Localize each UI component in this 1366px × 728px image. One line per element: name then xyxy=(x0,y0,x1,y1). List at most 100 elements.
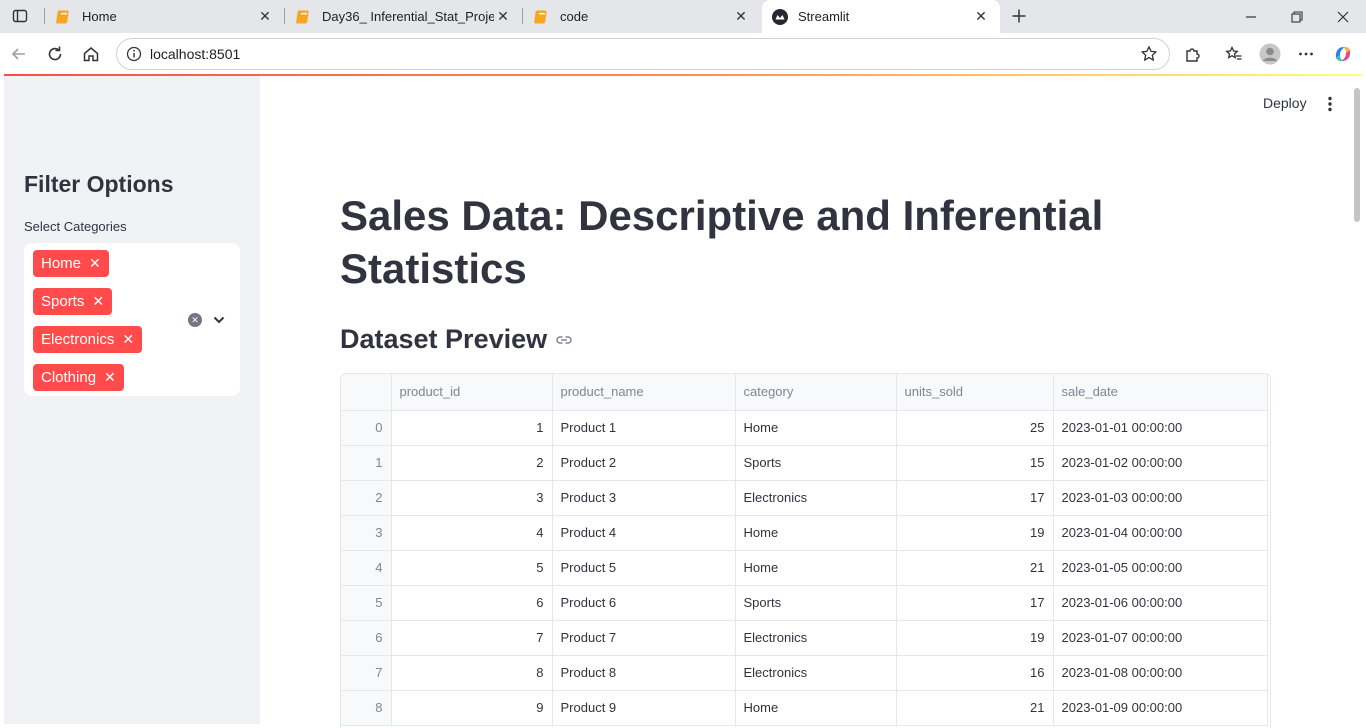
table-cell[interactable]: 7 xyxy=(391,620,553,656)
table-cell[interactable]: 2023-01-05 00:00:00 xyxy=(1053,550,1268,586)
table-cell[interactable]: Electronics xyxy=(735,620,897,656)
table-cell[interactable]: 2023-01-09 00:00:00 xyxy=(1053,690,1268,726)
column-header[interactable]: sale_date xyxy=(1053,374,1268,411)
table-cell[interactable]: 2023-01-06 00:00:00 xyxy=(1053,585,1268,621)
clear-all-icon[interactable]: ✕ xyxy=(188,313,202,327)
extensions-icon[interactable] xyxy=(1180,41,1206,67)
remove-chip-icon[interactable]: ✕ xyxy=(122,331,134,348)
close-tab-icon[interactable]: ✕ xyxy=(256,8,274,26)
table-cell[interactable]: 21 xyxy=(896,690,1054,726)
row-index[interactable]: 0 xyxy=(341,410,392,446)
table-cell[interactable]: 4 xyxy=(391,515,553,551)
row-index[interactable]: 8 xyxy=(341,690,392,726)
restore-icon[interactable] xyxy=(1274,0,1320,33)
table-cell[interactable]: 1 xyxy=(391,410,553,446)
tab-streamlit[interactable]: Streamlit ✕ xyxy=(762,0,1000,33)
table-cell[interactable]: Product 2 xyxy=(552,445,736,481)
close-tab-icon[interactable]: ✕ xyxy=(494,8,512,26)
tab-actions-icon[interactable] xyxy=(8,5,32,27)
table-cell[interactable]: Sports xyxy=(735,585,897,621)
sidebar-title: Filter Options xyxy=(24,171,174,197)
table-cell[interactable]: Product 9 xyxy=(552,690,736,726)
category-multiselect[interactable]: Home ✕ Sports ✕ Electronics ✕ Clothing ✕… xyxy=(24,243,240,396)
page-title: Sales Data: Descriptive and Inferential … xyxy=(340,192,1104,292)
row-index[interactable]: 5 xyxy=(341,585,392,621)
address-bar[interactable]: localhost:8501 xyxy=(116,38,1170,70)
row-index[interactable]: 1 xyxy=(341,445,392,481)
table-cell[interactable]: 19 xyxy=(896,515,1054,551)
deploy-button[interactable]: Deploy xyxy=(1263,95,1307,111)
new-tab-icon[interactable] xyxy=(1008,5,1030,27)
table-cell[interactable]: 19 xyxy=(896,620,1054,656)
index-header[interactable] xyxy=(341,374,392,411)
table-cell[interactable]: Sports xyxy=(735,445,897,481)
favorite-star-icon[interactable] xyxy=(1139,44,1159,64)
table-cell[interactable]: 2023-01-01 00:00:00 xyxy=(1053,410,1268,446)
table-cell[interactable]: 6 xyxy=(391,585,553,621)
table-cell[interactable]: 21 xyxy=(896,550,1054,586)
table-cell[interactable]: 2023-01-04 00:00:00 xyxy=(1053,515,1268,551)
remove-chip-icon[interactable]: ✕ xyxy=(104,369,116,386)
table-cell[interactable]: 2023-01-02 00:00:00 xyxy=(1053,445,1268,481)
more-menu-icon[interactable] xyxy=(1293,41,1319,67)
favorites-icon[interactable] xyxy=(1221,41,1247,67)
site-info-icon[interactable] xyxy=(124,44,144,64)
dataframe[interactable]: product_id product_name category units_s… xyxy=(340,373,1271,728)
close-tab-icon[interactable]: ✕ xyxy=(732,8,750,26)
row-index[interactable]: 7 xyxy=(341,655,392,691)
table-cell[interactable]: Product 8 xyxy=(552,655,736,691)
table-cell[interactable]: 2 xyxy=(391,445,553,481)
table-cell[interactable]: Home xyxy=(735,410,897,446)
remove-chip-icon[interactable]: ✕ xyxy=(92,293,104,310)
home-icon[interactable] xyxy=(78,41,104,67)
profile-avatar-icon[interactable] xyxy=(1257,41,1283,67)
remove-chip-icon[interactable]: ✕ xyxy=(89,255,101,272)
minimize-icon[interactable] xyxy=(1228,0,1274,33)
anchor-link-icon[interactable] xyxy=(555,331,573,349)
table-cell[interactable]: 9 xyxy=(391,690,553,726)
copilot-icon[interactable] xyxy=(1330,41,1356,67)
table-cell[interactable]: 17 xyxy=(896,480,1054,516)
table-cell[interactable]: Home xyxy=(735,550,897,586)
table-cell[interactable]: 2023-01-08 00:00:00 xyxy=(1053,655,1268,691)
tab-home[interactable]: Home ✕ xyxy=(46,0,284,33)
chevron-down-icon[interactable] xyxy=(212,313,226,327)
close-tab-icon[interactable]: ✕ xyxy=(972,8,990,26)
row-index[interactable]: 2 xyxy=(341,480,392,516)
back-icon[interactable] xyxy=(6,41,32,67)
table-cell[interactable]: Product 4 xyxy=(552,515,736,551)
table-cell[interactable]: 16 xyxy=(896,655,1054,691)
table-cell[interactable]: Electronics xyxy=(735,480,897,516)
column-header[interactable]: units_sold xyxy=(896,374,1054,411)
column-header[interactable]: category xyxy=(735,374,897,411)
reload-icon[interactable] xyxy=(42,41,68,67)
row-index[interactable]: 6 xyxy=(341,620,392,656)
close-window-icon[interactable] xyxy=(1320,0,1366,33)
column-header[interactable]: product_name xyxy=(552,374,736,411)
table-cell[interactable]: 5 xyxy=(391,550,553,586)
row-index[interactable]: 3 xyxy=(341,515,392,551)
tab-day36-project[interactable]: Day36_ Inferential_Stat_Project ✕ xyxy=(286,0,522,33)
table-cell[interactable]: 8 xyxy=(391,655,553,691)
page-scrollbar[interactable] xyxy=(1352,76,1362,724)
table-cell[interactable]: Electronics xyxy=(735,655,897,691)
table-cell[interactable]: 2023-01-07 00:00:00 xyxy=(1053,620,1268,656)
tab-code[interactable]: code ✕ xyxy=(524,0,760,33)
table-cell[interactable]: 25 xyxy=(896,410,1054,446)
table-cell[interactable]: 3 xyxy=(391,480,553,516)
table-cell[interactable]: Product 1 xyxy=(552,410,736,446)
table-cell[interactable]: 15 xyxy=(896,445,1054,481)
table-cell[interactable]: 2023-01-03 00:00:00 xyxy=(1053,480,1268,516)
row-index[interactable]: 4 xyxy=(341,550,392,586)
table-cell[interactable]: 17 xyxy=(896,585,1054,621)
table-cell[interactable]: Product 7 xyxy=(552,620,736,656)
main-menu-icon[interactable] xyxy=(1323,95,1337,113)
column-header[interactable]: product_id xyxy=(391,374,553,411)
table-row: 3 4 Product 4 Home 19 2023-01-04 00:00:00 xyxy=(341,515,1268,551)
table-cell[interactable]: Product 5 xyxy=(552,550,736,586)
table-cell[interactable]: Home xyxy=(735,515,897,551)
table-cell[interactable]: Product 3 xyxy=(552,480,736,516)
scrollbar-thumb[interactable] xyxy=(1354,88,1360,222)
table-cell[interactable]: Product 6 xyxy=(552,585,736,621)
table-cell[interactable]: Home xyxy=(735,690,897,726)
